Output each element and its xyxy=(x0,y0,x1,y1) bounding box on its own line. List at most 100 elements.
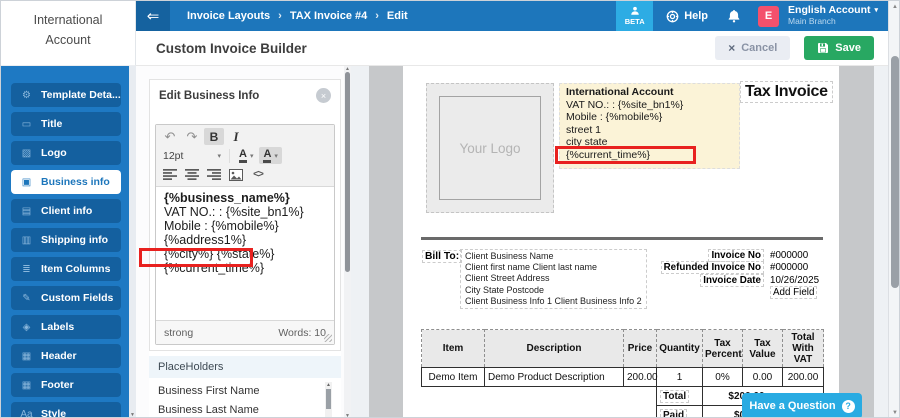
undo-button[interactable]: ↶ xyxy=(160,128,180,145)
list-icon: ≣ xyxy=(22,263,31,275)
align-center-button[interactable] xyxy=(182,166,202,183)
breadcrumb-edit[interactable]: Edit xyxy=(387,10,408,22)
invoice-no-label[interactable]: Invoice No xyxy=(708,249,764,262)
save-disk-icon xyxy=(817,42,829,54)
sidebar-item-item-columns[interactable]: ≣ Item Columns xyxy=(11,257,121,281)
element-path: strong xyxy=(164,326,194,339)
col-item[interactable]: Item xyxy=(421,329,485,368)
have-a-question-button[interactable]: Have a Question ? xyxy=(742,393,862,417)
mobile-line: Mobile : {%mobile%} xyxy=(164,219,279,233)
scroll-up-icon: ▲ xyxy=(326,382,331,388)
italic-button[interactable]: I xyxy=(226,128,246,145)
page-scrollbar[interactable]: ▲ ▼ xyxy=(888,1,899,417)
paid-label[interactable]: Paid xyxy=(660,408,688,417)
redo-button[interactable]: ↷ xyxy=(182,128,202,145)
col-tax-value[interactable]: Tax Value xyxy=(742,329,783,368)
briefcase-icon: ▣ xyxy=(21,176,32,188)
sidebar-scrollbar[interactable]: ▼ xyxy=(129,66,136,418)
tag-icon: ◈ xyxy=(22,321,31,333)
breadcrumb-tax-invoice[interactable]: TAX Invoice #4 xyxy=(290,10,367,22)
notifications-bell-button[interactable] xyxy=(728,9,740,23)
placeholders-scrollbar[interactable]: ▲ xyxy=(325,382,332,417)
back-button[interactable]: ⇐ xyxy=(136,1,170,31)
scroll-down-icon: ▼ xyxy=(345,413,350,418)
placeholders-section: PlaceHolders Business First Name Busines… xyxy=(149,351,341,417)
table-icon: ▦ xyxy=(21,379,32,391)
client-info-block[interactable]: Client Business Name Client first name C… xyxy=(460,249,647,310)
add-field-button[interactable]: Add Field xyxy=(770,286,818,300)
text-color-button[interactable]: A ▾ xyxy=(235,147,257,164)
cancel-button[interactable]: × Cancel xyxy=(715,36,791,60)
insert-image-button[interactable] xyxy=(226,166,246,183)
sidebar-item-style[interactable]: Aa Style xyxy=(11,402,121,417)
user-icon xyxy=(630,6,640,16)
sidebar-item-labels[interactable]: ◈ Labels xyxy=(11,315,121,339)
account-menu-label: English Account xyxy=(788,4,871,16)
chevron-down-icon: ▾ xyxy=(874,7,878,14)
editor-status-bar: strong Words: 10 xyxy=(156,320,334,344)
breadcrumb-invoice-layouts[interactable]: Invoice Layouts xyxy=(187,10,270,22)
editor-content[interactable]: {%business_name%} VAT NO.: : {%site_bn1%… xyxy=(156,187,334,320)
beta-label: BETA xyxy=(624,17,645,26)
font-size-select[interactable]: 12pt ▾ xyxy=(160,150,224,162)
resize-handle[interactable] xyxy=(324,334,332,342)
invoice-meta: Invoice No #000000 Refunded Invoice No #… xyxy=(643,249,823,300)
col-price[interactable]: Price xyxy=(623,329,657,368)
sidebar-item-business-info[interactable]: ▣ Business info xyxy=(11,170,121,194)
have-a-question-label: Have a Question xyxy=(749,400,836,412)
scroll-up-icon: ▲ xyxy=(892,4,898,10)
cancel-label: Cancel xyxy=(741,42,778,54)
help-label: Help xyxy=(684,10,709,22)
sidebar-item-footer[interactable]: ▦ Footer xyxy=(11,373,121,397)
scroll-down-icon: ▼ xyxy=(130,412,135,418)
col-tax-percent[interactable]: Tax Percent xyxy=(702,329,743,368)
refunded-invoice-no-value: #000000 xyxy=(770,262,809,274)
rich-text-editor: ↶ ↷ B I 12pt ▾ A ▾ A ▾ <> {%business_nam… xyxy=(155,124,335,345)
sidebar-item-shipping-info[interactable]: ▥ Shipping info xyxy=(11,228,121,252)
page-title: Custom Invoice Builder xyxy=(156,40,307,56)
sidebar-item-header[interactable]: ▦ Header xyxy=(11,344,121,368)
sidebar-item-title[interactable]: ▭ Title xyxy=(11,112,121,136)
save-button[interactable]: Save xyxy=(804,36,874,60)
code-view-button[interactable]: <> xyxy=(248,166,268,183)
panel-title: Edit Business Info xyxy=(159,89,260,102)
breadcrumb: Invoice Layouts › TAX Invoice #4 › Edit xyxy=(187,10,408,22)
app-window: International Account ⇐ Invoice Layouts … xyxy=(0,0,900,418)
truck-icon: ▥ xyxy=(21,234,32,246)
chevron-down-icon: ▾ xyxy=(249,152,254,160)
bold-button[interactable]: B xyxy=(204,128,224,145)
panel-scrollbar[interactable]: ▲ ▼ xyxy=(344,66,351,418)
background-color-button[interactable]: A ▾ xyxy=(259,147,282,164)
account-menu[interactable]: English Account ▾ Main Branch xyxy=(788,5,878,27)
align-left-button[interactable] xyxy=(160,166,180,183)
avatar[interactable]: E xyxy=(758,5,780,27)
refunded-invoice-no-label[interactable]: Refunded Invoice No xyxy=(660,261,764,275)
sidebar-item-client-info[interactable]: ▤ Client info xyxy=(11,199,121,223)
col-description[interactable]: Description xyxy=(484,329,624,368)
life-ring-icon xyxy=(666,10,679,23)
sidebar-item-logo[interactable]: ▨ Logo xyxy=(11,141,121,165)
scrollbar-thumb[interactable] xyxy=(345,72,350,272)
sidebar-item-custom-fields[interactable]: ✎ Custom Fields xyxy=(11,286,121,310)
invoice-title[interactable]: Tax Invoice xyxy=(740,81,833,103)
city-state-line: {%city%} {%state%} xyxy=(164,247,275,261)
invoice-paper: Your Logo International Account VAT NO.:… xyxy=(403,66,839,417)
business-info-block[interactable]: International Account VAT NO.: : {%site_… xyxy=(559,83,740,169)
bill-to-label[interactable]: Bill To: xyxy=(422,250,463,263)
col-total-with-vat[interactable]: Total With VAT xyxy=(782,329,824,368)
help-button[interactable]: Help xyxy=(666,10,708,23)
sidebar-item-template-details[interactable]: ⚙ Template Deta... xyxy=(11,83,121,107)
editor-toolbar: ↶ ↷ B I 12pt ▾ A ▾ A ▾ <> xyxy=(156,125,334,187)
align-right-button[interactable] xyxy=(204,166,224,183)
close-icon[interactable]: × xyxy=(316,88,331,103)
placeholder-business-first-name[interactable]: Business First Name xyxy=(149,378,341,397)
beta-badge[interactable]: BETA xyxy=(616,1,654,31)
placeholder-business-last-name[interactable]: Business Last Name xyxy=(149,397,341,416)
logo-placeholder[interactable]: Your Logo xyxy=(426,83,554,213)
topbar: ⇐ Invoice Layouts › TAX Invoice #4 › Edi… xyxy=(136,1,888,31)
invoice-date-label[interactable]: Invoice Date xyxy=(700,273,764,287)
col-quantity[interactable]: Quantity xyxy=(656,329,703,368)
total-label[interactable]: Total xyxy=(660,389,690,403)
edit-business-info-panel: Edit Business Info × ↶ ↷ B I 12pt ▾ A ▾ … xyxy=(149,79,341,351)
scrollbar-thumb[interactable] xyxy=(891,56,899,288)
